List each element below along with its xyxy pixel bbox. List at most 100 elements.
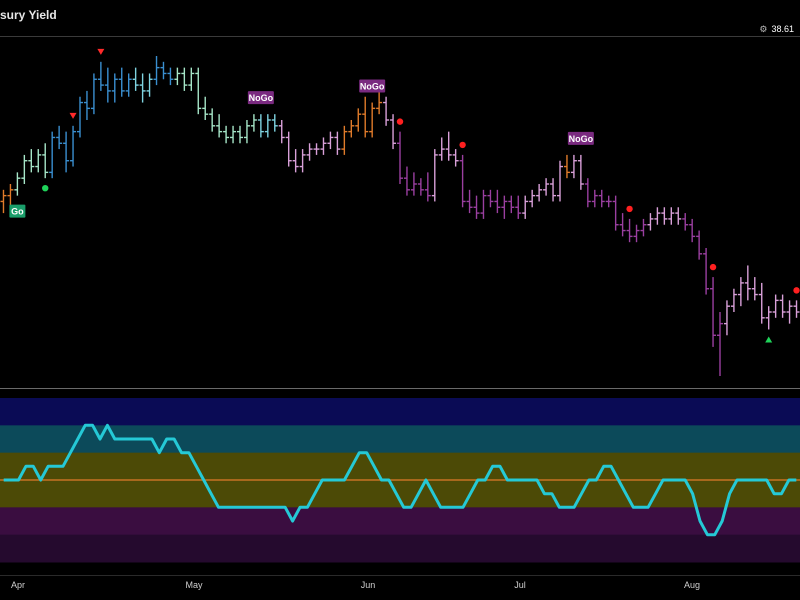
price-bar <box>390 114 397 150</box>
price-bar <box>459 154 466 208</box>
price-bar <box>445 131 452 161</box>
price-bar <box>403 166 410 196</box>
price-pane: Go NoGo NoGo NoGo <box>0 48 800 376</box>
triangle-down-marker <box>97 48 105 55</box>
price-bar <box>675 207 682 225</box>
price-bar <box>383 96 390 126</box>
price-bar <box>696 230 703 260</box>
price-bar <box>661 207 668 225</box>
price-bar <box>14 172 21 196</box>
x-tick-label: Jun <box>361 580 376 590</box>
price-bar <box>633 224 640 243</box>
price-bar <box>223 125 230 144</box>
price-bar <box>139 73 146 103</box>
price-bar <box>717 312 723 376</box>
price-bar <box>793 300 800 318</box>
x-axis: Apr May Jun Jul Aug <box>11 580 700 590</box>
price-bar <box>292 149 299 173</box>
price-bar <box>56 125 63 150</box>
price-bar <box>703 248 710 295</box>
price-bar <box>536 184 543 202</box>
chart-canvas: Go NoGo NoGo NoGo Apr May Jun Jul Aug <box>0 36 800 590</box>
price-bar <box>543 178 550 196</box>
svg-text:NoGo: NoGo <box>249 93 274 103</box>
price-bar <box>264 114 271 138</box>
price-bar <box>202 96 209 120</box>
price-bar <box>466 189 473 214</box>
price-bar <box>563 154 570 179</box>
signal-dot-marker <box>626 205 633 213</box>
price-bar <box>160 61 167 80</box>
x-tick-label: May <box>185 580 203 590</box>
price-bar <box>619 213 626 237</box>
price-bar <box>174 67 181 86</box>
price-bar <box>42 143 49 179</box>
nogo-signal-label: NoGo <box>359 79 386 93</box>
price-bar <box>250 114 257 132</box>
go-signal-label: Go <box>9 204 26 218</box>
price-bar <box>181 67 188 91</box>
price-bar <box>278 120 285 144</box>
price-bar <box>765 306 772 330</box>
price-bar <box>118 67 125 97</box>
price-bar <box>28 149 35 173</box>
price-bar <box>153 56 160 86</box>
price-bar <box>90 73 97 115</box>
price-bar <box>515 195 522 219</box>
price-bar <box>285 131 292 167</box>
price-bar <box>146 73 153 97</box>
price-bar <box>487 189 494 208</box>
price-bar <box>626 218 633 243</box>
price-bar <box>612 195 619 231</box>
oscillator-band <box>0 534 800 563</box>
price-bar <box>605 195 612 208</box>
price-bar <box>550 178 557 202</box>
x-tick-label: Apr <box>11 580 25 590</box>
price-bar <box>35 149 42 173</box>
price-bar <box>334 131 341 155</box>
price-bar <box>452 149 459 167</box>
price-bar <box>327 131 334 150</box>
price-bar <box>125 73 132 97</box>
price-bar <box>786 300 793 324</box>
signal-dot-marker <box>42 184 49 192</box>
signal-dot-marker <box>459 141 466 149</box>
svg-text:NoGo: NoGo <box>569 134 594 144</box>
price-bar <box>779 294 786 318</box>
price-bar <box>682 213 689 231</box>
price-bar <box>584 178 591 208</box>
price-bar <box>494 189 501 214</box>
price-bar <box>70 125 77 167</box>
x-tick-label: Jul <box>514 580 526 590</box>
price-bar <box>49 131 56 179</box>
price-bar <box>397 131 403 184</box>
price-bar <box>591 189 598 208</box>
price-bar <box>654 207 661 225</box>
price-bar <box>417 178 424 196</box>
price-bar <box>668 207 675 225</box>
price-bar <box>557 160 563 202</box>
price-bar <box>348 120 355 138</box>
price-bar <box>111 73 118 103</box>
triangle-down-marker <box>69 112 77 119</box>
price-bar <box>501 195 508 219</box>
price-bar <box>341 125 348 155</box>
oscillator-band <box>0 480 800 508</box>
price-bar <box>313 143 320 155</box>
price-bar <box>647 213 654 231</box>
signal-dot-marker <box>709 263 717 271</box>
svg-text:Go: Go <box>11 207 24 217</box>
price-bar <box>7 184 14 208</box>
price-bar <box>522 195 529 219</box>
price-bar <box>570 154 577 179</box>
price-bar <box>188 67 195 91</box>
price-bar <box>77 96 83 138</box>
price-bar <box>480 189 487 219</box>
price-bar <box>243 120 250 144</box>
price-bar <box>132 67 139 91</box>
price-bar <box>320 137 327 155</box>
price-bar <box>529 189 536 208</box>
price-bar <box>237 125 243 144</box>
price-bar <box>744 265 751 301</box>
price-bar <box>508 195 515 214</box>
